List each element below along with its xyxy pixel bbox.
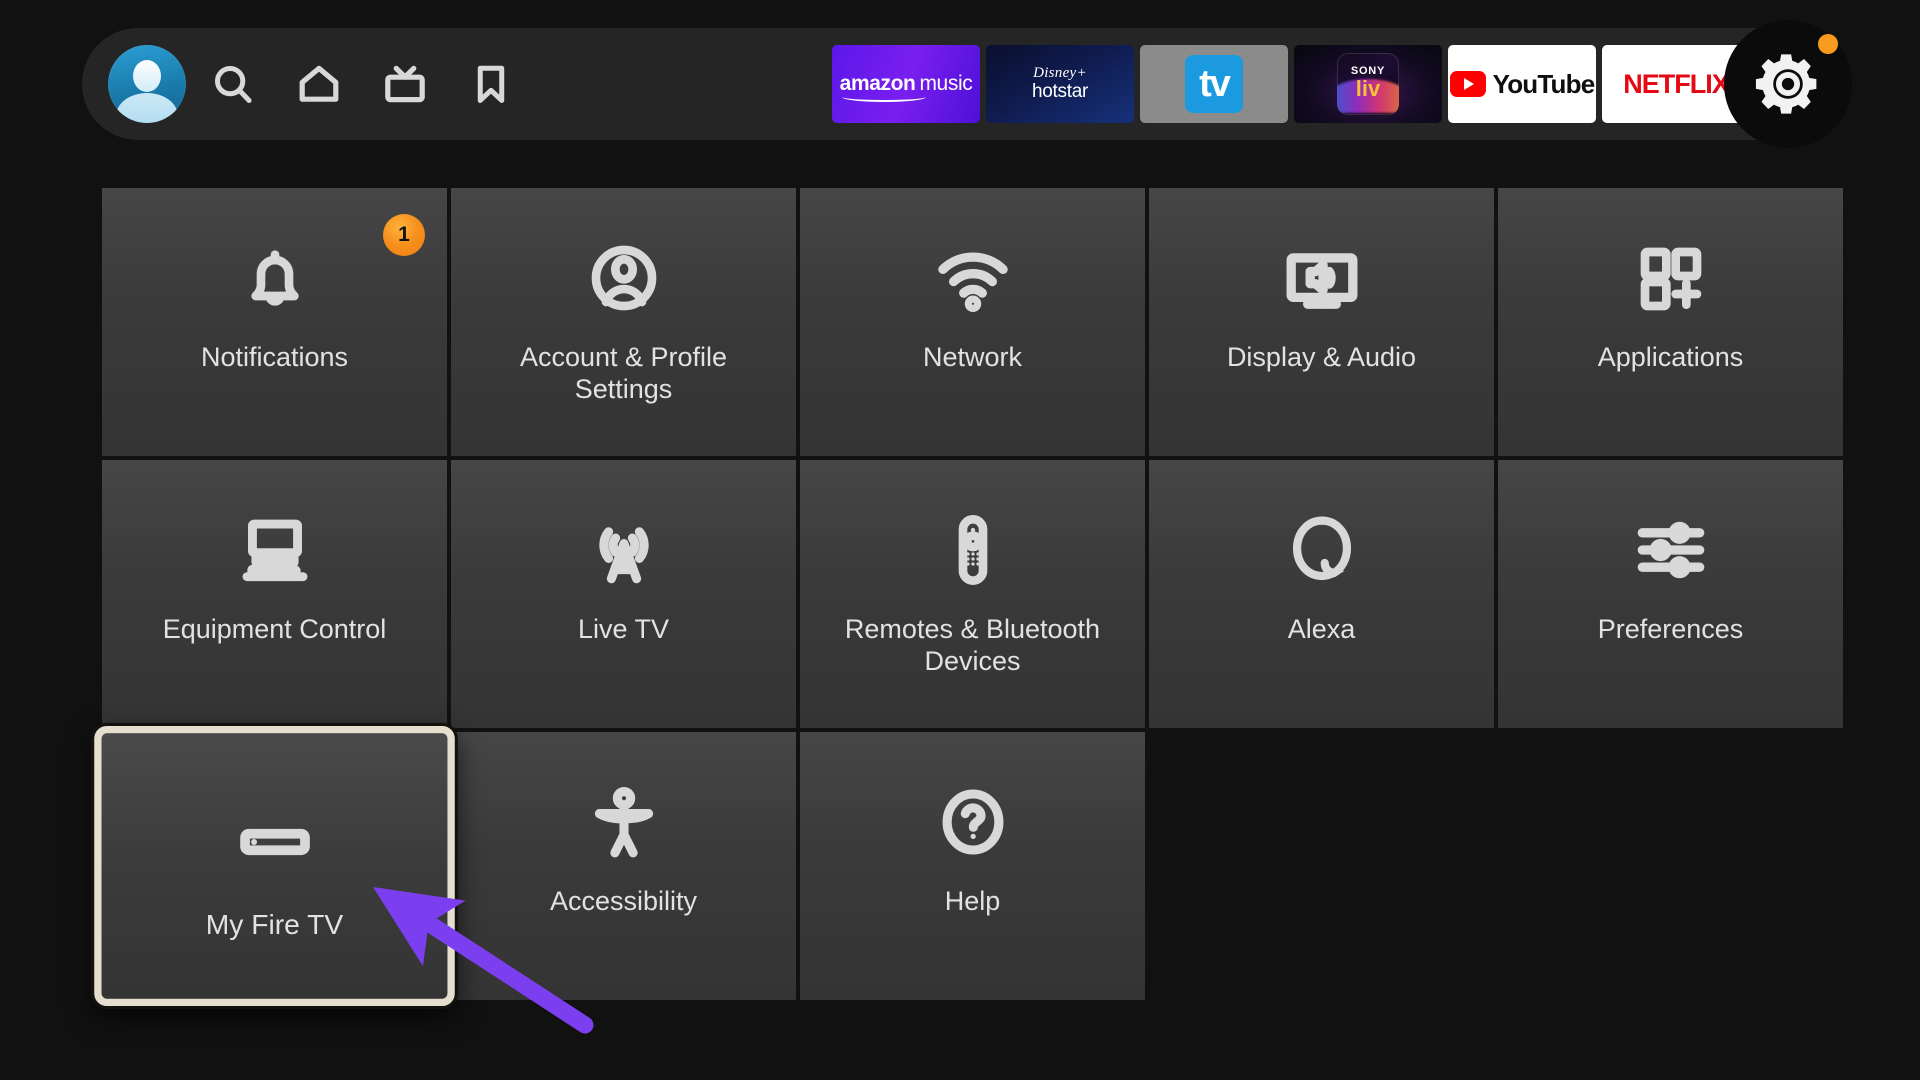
firestick-icon <box>230 798 320 886</box>
settings-tile-network[interactable]: Network <box>800 188 1145 456</box>
bookmark-icon[interactable] <box>448 41 534 127</box>
tile-label: Remotes & Bluetooth Devices <box>844 614 1101 676</box>
youtube-wordmark: YouTube <box>1449 68 1596 100</box>
question-icon <box>931 780 1015 864</box>
settings-tile-equipment-control[interactable]: Equipment Control <box>102 460 447 728</box>
avatar-body <box>116 93 178 123</box>
tile-label: Help <box>944 886 1001 916</box>
apple-tv-wordmark: tv <box>1185 55 1243 113</box>
settings-tile-my-fire-tv[interactable]: My Fire TV <box>94 725 455 1007</box>
settings-tile-accessibility[interactable]: Accessibility <box>451 732 796 1000</box>
nav-cluster <box>82 41 534 127</box>
search-icon-svg <box>214 65 252 103</box>
avatar <box>108 45 186 123</box>
netflix-wordmark: NETFLIX <box>1623 68 1729 99</box>
hotstar-line2: hotstar <box>1032 80 1088 102</box>
tile-label: Display & Audio <box>1226 342 1417 372</box>
sony-line2: liv <box>1355 76 1381 102</box>
hotstar-wordmark: Disney+ hotstar <box>1032 65 1088 102</box>
search-icon[interactable] <box>190 41 276 127</box>
app-tile-disney-hotstar[interactable]: Disney+ hotstar <box>986 45 1134 123</box>
settings-tile-notifications[interactable]: 1 Notifications <box>102 188 447 456</box>
tv-icon-svg <box>385 65 425 103</box>
settings-tile-applications[interactable]: Applications <box>1498 188 1843 456</box>
bookmark-icon-svg <box>477 65 505 103</box>
fire-tv-settings-screen: amazonmusic Disney+ hotstar tv SONY liv <box>0 0 1920 1080</box>
settings-tile-alexa[interactable]: Alexa <box>1149 460 1494 728</box>
display-audio-icon <box>1279 236 1365 320</box>
settings-tile-display-audio[interactable]: Display & Audio <box>1149 188 1494 456</box>
settings-tile-account-profile[interactable]: Account & Profile Settings <box>451 188 796 456</box>
settings-tile-preferences[interactable]: Preferences <box>1498 460 1843 728</box>
sony-liv-badge: SONY liv <box>1337 53 1399 115</box>
settings-tile-live-tv[interactable]: Live TV <box>451 460 796 728</box>
profile-avatar[interactable] <box>104 41 190 127</box>
tile-label: Alexa <box>1287 614 1356 644</box>
sliders-icon <box>1628 508 1714 592</box>
tv-icon[interactable] <box>362 41 448 127</box>
settings-tile-grid: 1 Notifications Account & Profile Settin… <box>94 188 1843 1007</box>
notifications-badge: 1 <box>383 214 425 256</box>
youtube-play-icon <box>1449 71 1486 97</box>
avatar-head <box>133 60 161 92</box>
amazon-music-word2: music <box>919 72 973 95</box>
grid-plus-icon <box>1631 236 1711 320</box>
app-tile-apple-tv[interactable]: tv <box>1140 45 1288 123</box>
home-icon-svg <box>299 65 339 102</box>
youtube-label: YouTube <box>1492 68 1596 99</box>
tile-label: Account & Profile Settings <box>519 342 728 404</box>
antenna-icon <box>582 508 666 592</box>
amazon-music-wordmark: amazon music <box>840 72 973 102</box>
tile-label: Network <box>922 342 1023 372</box>
app-shortcuts: amazonmusic Disney+ hotstar tv SONY liv <box>832 45 1840 123</box>
home-icon[interactable] <box>276 41 362 127</box>
settings-tile-help[interactable]: Help <box>800 732 1145 1000</box>
equipment-icon <box>234 508 316 592</box>
app-tile-amazon-music[interactable]: amazon music <box>832 45 980 123</box>
tile-label: Applications <box>1597 342 1744 372</box>
tile-label: Preferences <box>1597 614 1744 644</box>
amazon-smile-swoosh <box>841 92 927 102</box>
bell-icon <box>235 236 315 320</box>
person-icon <box>584 236 664 320</box>
tile-label: Live TV <box>577 614 670 644</box>
gear-icon <box>1755 54 1817 114</box>
top-navigation-bar: amazonmusic Disney+ hotstar tv SONY liv <box>82 20 1852 148</box>
tile-label: Accessibility <box>549 886 698 916</box>
accessibility-icon <box>582 780 666 864</box>
remote-icon <box>933 508 1013 592</box>
tile-label: Notifications <box>200 342 349 372</box>
wifi-icon <box>930 236 1016 320</box>
alexa-icon <box>1281 508 1363 592</box>
tile-label: Equipment Control <box>162 614 387 644</box>
settings-tile-remotes-bluetooth[interactable]: Remotes & Bluetooth Devices <box>800 460 1145 728</box>
settings-button[interactable] <box>1724 20 1852 148</box>
app-tile-youtube[interactable]: YouTube <box>1448 45 1596 123</box>
settings-notification-dot <box>1818 34 1838 54</box>
hotstar-line1: Disney+ <box>1033 65 1087 82</box>
tile-label: My Fire TV <box>205 908 344 941</box>
app-tile-sony-liv[interactable]: SONY liv <box>1294 45 1442 123</box>
